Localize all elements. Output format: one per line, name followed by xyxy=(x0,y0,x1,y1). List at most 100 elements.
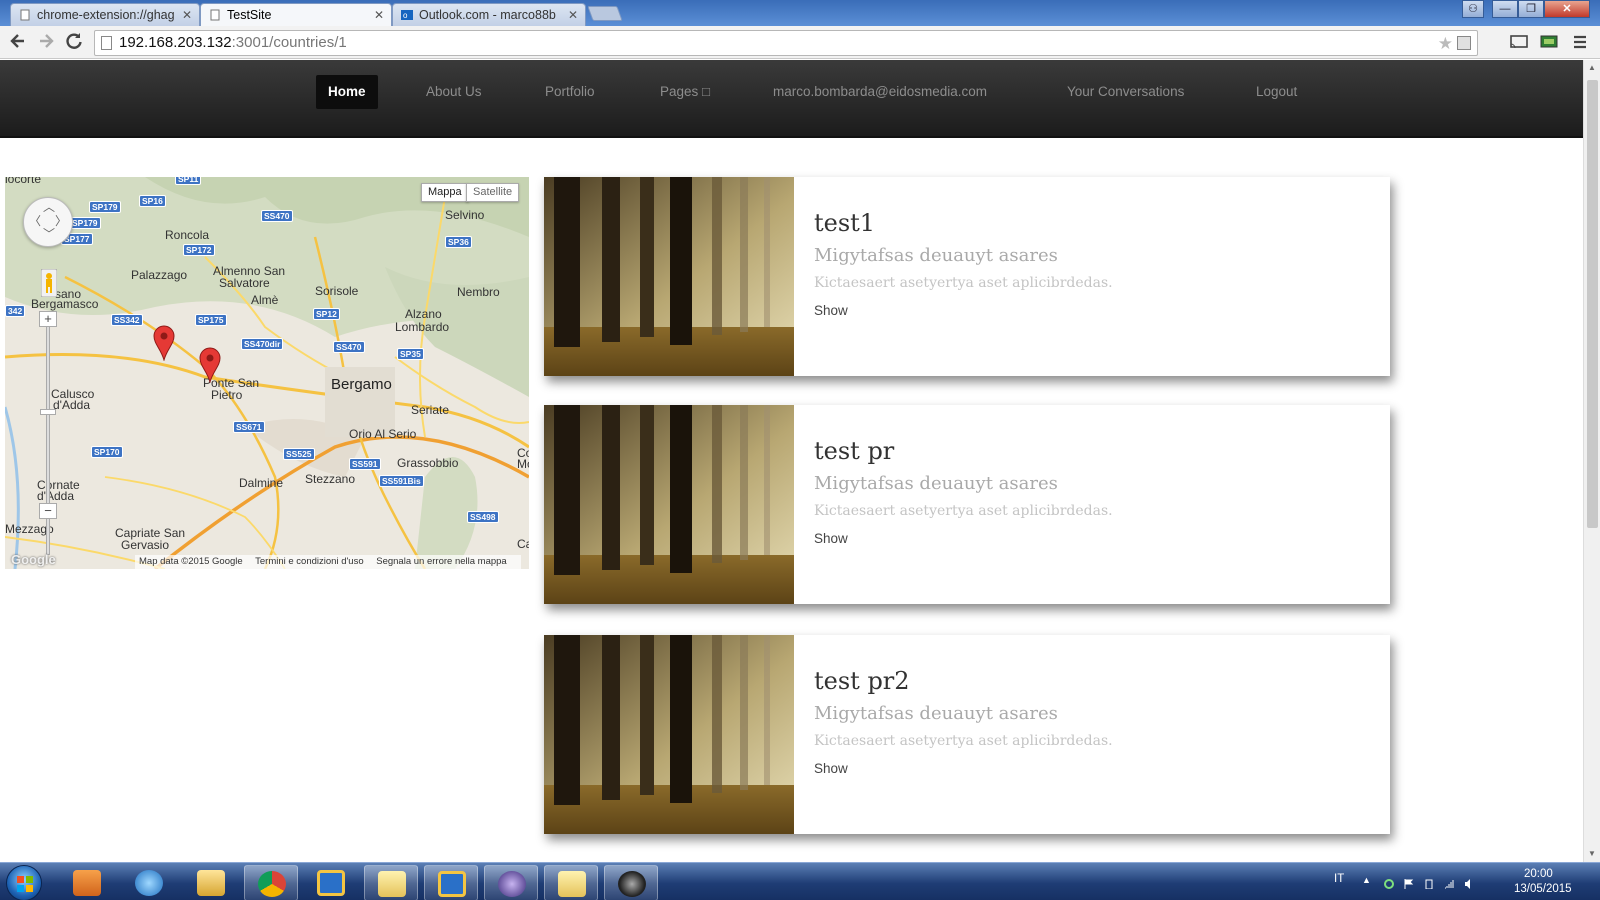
vm-icon xyxy=(438,871,466,897)
browser-tab-active[interactable]: TestSite ✕ xyxy=(200,3,392,26)
nav-logout[interactable]: Logout xyxy=(1244,75,1309,109)
forward-button[interactable] xyxy=(34,31,58,55)
close-icon[interactable]: ✕ xyxy=(568,4,578,26)
internet-explorer-icon xyxy=(135,870,163,896)
map-type-satellite-button[interactable]: Satellite xyxy=(466,183,520,202)
nav-your-conversations[interactable]: Your Conversations xyxy=(1055,75,1196,109)
map-marker-icon[interactable] xyxy=(199,347,221,383)
zoom-slider-handle[interactable] xyxy=(40,409,56,415)
map-place-label: d'Adda xyxy=(53,398,90,412)
translate-icon[interactable] xyxy=(1457,36,1471,50)
reload-button[interactable] xyxy=(62,31,86,55)
card-subtitle: Migytafsas deuauyt asares xyxy=(814,245,1058,266)
new-tab-button[interactable] xyxy=(587,6,623,21)
chevron-down-icon[interactable]: ﹀ xyxy=(43,228,55,240)
card-description: Kictaesaert asetyertya aset aplicibrdeda… xyxy=(814,733,1113,749)
bookmark-star-icon[interactable]: ★ xyxy=(1438,32,1453,56)
volume-icon[interactable] xyxy=(1464,879,1474,889)
card-show-link[interactable]: Show xyxy=(814,761,848,776)
map-place-label: Salvatore xyxy=(219,276,270,290)
card-show-link[interactable]: Show xyxy=(814,303,848,318)
browser-tab[interactable]: chrome-extension://ghag ✕ xyxy=(10,3,200,26)
road-shield: SP36 xyxy=(445,236,472,248)
map-place-label: Lombardo xyxy=(395,320,450,334)
clock-time[interactable]: 20:00 xyxy=(1524,868,1553,880)
chevron-right-icon[interactable]: 〉 xyxy=(55,215,67,227)
zoom-slider-track[interactable] xyxy=(46,315,50,555)
content-card: test1 Migytafsas deuauyt asares Kictaesa… xyxy=(544,177,1390,376)
taskbar-folder[interactable] xyxy=(364,865,418,900)
back-button[interactable] xyxy=(6,31,30,55)
close-icon[interactable]: ✕ xyxy=(374,4,384,26)
address-bar[interactable]: 192.168.203.132:3001/countries/1 ★ xyxy=(94,30,1478,56)
clock-date[interactable]: 13/05/2015 xyxy=(1514,883,1572,895)
taskbar-vm-2[interactable] xyxy=(424,865,478,900)
road-shield: SS591 xyxy=(349,458,381,470)
nav-portfolio[interactable]: Portfolio xyxy=(533,75,607,109)
network-signal-icon[interactable] xyxy=(1444,879,1454,889)
map-place-label: locorte xyxy=(5,177,42,186)
chevron-left-icon[interactable]: 〈 xyxy=(29,215,41,227)
road-shield: SS470dir xyxy=(241,338,284,350)
nav-about-us[interactable]: About Us xyxy=(414,75,494,109)
user-profile-button[interactable]: ⚇ xyxy=(1462,0,1484,18)
map-place-label: Gervasio xyxy=(121,538,170,552)
close-icon[interactable]: ✕ xyxy=(182,4,192,26)
google-map[interactable]: locorte Roncola Selvino Palazzago Almenn… xyxy=(5,177,529,569)
minimize-button[interactable]: — xyxy=(1492,0,1518,18)
cast-icon[interactable] xyxy=(1510,34,1528,50)
nav-pages-dropdown[interactable]: Pages □ xyxy=(648,75,722,109)
arrow-left-icon xyxy=(10,34,24,48)
zoom-in-button[interactable]: + xyxy=(39,311,57,327)
chevron-up-icon[interactable]: ︿ xyxy=(43,201,55,213)
card-subtitle: Migytafsas deuauyt asares xyxy=(814,703,1058,724)
scroll-down-arrow-icon[interactable]: ▼ xyxy=(1584,846,1600,862)
taskbar-eclipse[interactable] xyxy=(484,865,538,900)
taskbar-media-player[interactable] xyxy=(60,865,114,900)
screen-share-icon[interactable] xyxy=(1540,34,1558,50)
taskbar-folder-2[interactable] xyxy=(544,865,598,900)
map-terms-link[interactable]: Termini e condizioni d'uso xyxy=(255,556,363,567)
show-hidden-icons-icon[interactable]: ▲ xyxy=(1362,875,1371,885)
window-close-button[interactable]: ✕ xyxy=(1544,0,1590,18)
nav-home[interactable]: Home xyxy=(316,75,378,109)
browser-tab[interactable]: o Outlook.com - marco88b ✕ xyxy=(392,3,586,26)
map-place-label: Bergamasco xyxy=(31,297,99,311)
map-report-link[interactable]: Segnala un errore nella mappa xyxy=(376,556,506,567)
browser-toolbar: 192.168.203.132:3001/countries/1 ★ xyxy=(0,26,1600,59)
street-view-pegman-icon[interactable] xyxy=(41,269,57,297)
map-marker-icon[interactable] xyxy=(153,325,175,361)
camera-icon xyxy=(618,871,646,897)
map-place-label: Pietro xyxy=(211,388,243,402)
card-subtitle: Migytafsas deuauyt asares xyxy=(814,473,1058,494)
road-shield: SP35 xyxy=(397,348,424,360)
arrow-right-icon xyxy=(40,34,54,48)
battery-icon[interactable] xyxy=(1424,879,1434,889)
page-scrollbar[interactable]: ▲ ▼ xyxy=(1583,60,1600,862)
content-card: test pr Migytafsas deuauyt asares Kictae… xyxy=(544,405,1390,604)
map-place-label: Nembro xyxy=(457,285,500,299)
start-button[interactable] xyxy=(6,865,42,900)
folder-icon xyxy=(558,871,586,897)
taskbar-vm[interactable] xyxy=(304,865,358,900)
card-show-link[interactable]: Show xyxy=(814,531,848,546)
taskbar-camera[interactable] xyxy=(604,865,658,900)
taskbar-chrome[interactable] xyxy=(244,865,298,900)
language-indicator[interactable]: IT xyxy=(1334,873,1344,885)
map-place-label: Sorisole xyxy=(315,284,359,298)
map-type-map-button[interactable]: Mappa xyxy=(421,183,469,202)
map-pan-control[interactable]: ︿ 〈 〉 ﹀ xyxy=(23,197,73,247)
road-shield: SP12 xyxy=(313,308,340,320)
taskbar-file-explorer[interactable] xyxy=(184,865,238,900)
action-center-flag-icon[interactable] xyxy=(1404,879,1414,889)
taskbar-internet-explorer[interactable] xyxy=(122,865,176,900)
maximize-button[interactable]: ❐ xyxy=(1518,0,1544,18)
sync-icon[interactable] xyxy=(1384,879,1394,889)
menu-icon[interactable] xyxy=(1572,34,1588,50)
scroll-up-arrow-icon[interactable]: ▲ xyxy=(1584,60,1600,76)
map-place-label: Stezzano xyxy=(305,472,356,486)
nav-user-email[interactable]: marco.bombarda@eidosmedia.com xyxy=(761,75,999,109)
windows-logo-icon xyxy=(17,876,33,892)
scrollbar-thumb[interactable] xyxy=(1587,80,1598,528)
zoom-out-button[interactable]: − xyxy=(39,503,57,519)
